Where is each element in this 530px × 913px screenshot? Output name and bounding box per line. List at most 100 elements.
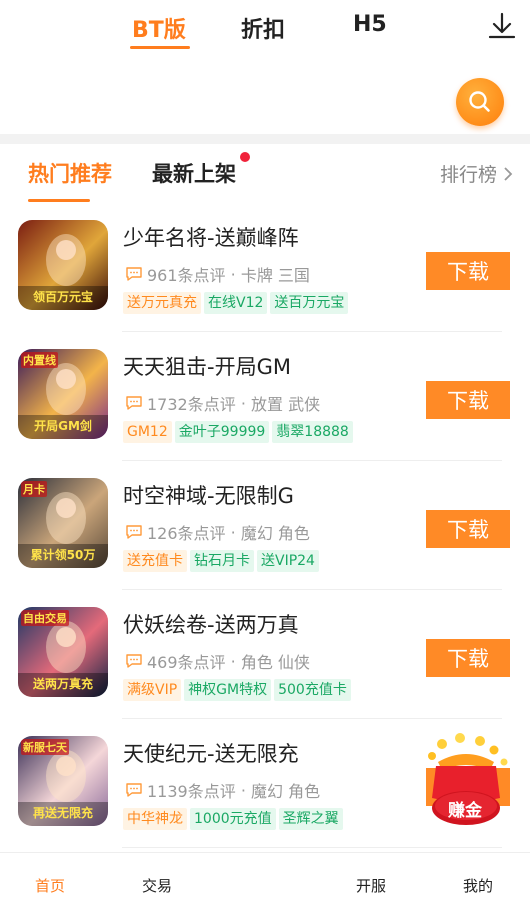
tab-new-arrivals[interactable]: 最新上架: [152, 158, 236, 188]
game-meta: 1732条点评 · 放置 武侠: [125, 391, 320, 415]
thumbnail-caption: 领百万元宝: [32, 290, 93, 304]
download-button[interactable]: 下载: [426, 381, 510, 419]
comment-icon: [126, 396, 142, 410]
game-tags: 中华神龙 1000元充值 圣辉之翼: [123, 808, 343, 830]
game-thumbnail[interactable]: 新服七天 再送无限充: [18, 736, 108, 826]
download-button[interactable]: 下载: [426, 510, 510, 548]
game-title[interactable]: 少年名将-送巅峰阵: [123, 222, 299, 252]
nav-trade[interactable]: 交易: [142, 875, 172, 896]
game-tag: 中华神龙: [123, 808, 187, 830]
meta-separator: ·: [235, 780, 251, 800]
game-tag: 送VIP24: [257, 550, 319, 572]
game-meta: 126条点评 · 魔幻 角色: [125, 520, 310, 544]
row-divider: [122, 460, 502, 461]
review-count: 469条点评: [147, 653, 226, 672]
game-tag: 送充值卡: [123, 550, 187, 572]
game-title[interactable]: 伏妖绘卷-送两万真: [123, 609, 299, 639]
game-row[interactable]: 月卡 累计领50万 时空神域-无限制G 126条点评 · 魔幻 角色 送充值卡钻…: [0, 462, 530, 590]
earn-gold-label: 赚金: [448, 801, 482, 821]
thumbnail-caption: 送两万真充: [32, 677, 93, 691]
comment-icon: [126, 783, 142, 797]
tab-bt[interactable]: BT版: [132, 12, 186, 44]
section-divider: [0, 134, 530, 144]
game-tag: 送万元真充: [123, 292, 201, 314]
game-thumbnail[interactable]: 月卡 累计领50万: [18, 478, 108, 568]
game-tag: 500充值卡: [274, 679, 351, 701]
game-row[interactable]: 领百万元宝 少年名将-送巅峰阵 961条点评 · 卡牌 三国 送万元真充 在线V1…: [0, 204, 530, 332]
game-thumbnail[interactable]: 自由交易 送两万真充: [18, 607, 108, 697]
game-tags: GM12 金叶子99999 翡翠18888: [123, 421, 353, 443]
game-genres: 角色 仙侠: [240, 653, 310, 672]
thumbnail-top-caption: 自由交易: [21, 610, 69, 626]
game-tag: 翡翠18888: [272, 421, 353, 443]
game-meta: 961条点评 · 卡牌 三国: [125, 262, 310, 286]
search-icon: [469, 91, 490, 112]
game-thumbnail[interactable]: 领百万元宝: [18, 220, 108, 310]
nav-server-open[interactable]: 开服: [356, 875, 386, 896]
game-meta: 469条点评 · 角色 仙侠: [125, 649, 310, 673]
game-genres: 魔幻 角色: [240, 524, 310, 543]
game-tags: 送充值卡 钻石月卡 送VIP24: [123, 550, 319, 572]
review-count: 1732条点评: [147, 395, 236, 414]
thumbnail-top-caption: 月卡: [21, 481, 47, 497]
game-title[interactable]: 天天狙击-开局GM: [123, 351, 291, 381]
game-tag: 在线V12: [204, 292, 268, 314]
tab-hot-recommend[interactable]: 热门推荐: [28, 158, 112, 188]
review-count: 1139条点评: [147, 782, 236, 801]
meta-separator: ·: [225, 651, 241, 671]
tab-h5[interactable]: H5: [353, 12, 387, 37]
nav-mine[interactable]: 我的: [463, 875, 493, 896]
game-meta: 1139条点评 · 魔幻 角色: [125, 778, 320, 802]
game-tag: 神权GM特权: [184, 679, 272, 701]
game-row[interactable]: 自由交易 送两万真充 伏妖绘卷-送两万真 469条点评 · 角色 仙侠 满级VI…: [0, 591, 530, 719]
game-tag: 圣辉之翼: [278, 808, 343, 830]
meta-separator: ·: [235, 393, 251, 413]
game-tag: 1000元充值: [190, 808, 276, 830]
new-badge-dot: [240, 152, 250, 162]
section-tab-underline: [28, 199, 90, 202]
comment-icon: [126, 654, 142, 668]
game-tag: GM12: [123, 421, 172, 443]
row-divider: [122, 847, 502, 848]
tab-discount[interactable]: 折扣: [241, 12, 285, 44]
game-row[interactable]: 内置线 开局GM剑 天天狙击-开局GM 1732条点评 · 放置 武侠 GM12…: [0, 333, 530, 461]
ranking-label: 排行榜: [440, 164, 498, 186]
top-tab-bar: BT版 折扣 H5: [0, 0, 530, 60]
meta-separator: ·: [225, 264, 241, 284]
review-count: 961条点评: [147, 266, 226, 285]
tab-underline: [130, 46, 190, 49]
download-button[interactable]: 下载: [426, 639, 510, 677]
nav-home[interactable]: 首页: [35, 875, 65, 896]
game-genres: 放置 武侠: [251, 395, 321, 414]
game-tag: 满级VIP: [123, 679, 182, 701]
comment-icon: [126, 525, 142, 539]
comment-icon: [126, 267, 142, 281]
game-tag: 金叶子99999: [174, 421, 270, 443]
row-divider: [122, 331, 502, 332]
ranking-link[interactable]: 排行榜: [440, 160, 513, 187]
bottom-nav: 首页 交易 开服 我的: [0, 852, 530, 913]
row-divider: [122, 718, 502, 719]
game-tags: 满级VIP 神权GM特权 500充值卡: [123, 679, 351, 701]
download-button[interactable]: 下载: [426, 252, 510, 290]
thumbnail-caption: 开局GM剑: [34, 419, 92, 433]
chevron-right-icon: [504, 166, 513, 181]
game-title[interactable]: 时空神域-无限制G: [123, 480, 294, 510]
game-tag: 钻石月卡: [190, 550, 254, 572]
game-thumbnail[interactable]: 内置线 开局GM剑: [18, 349, 108, 439]
review-count: 126条点评: [147, 524, 226, 543]
search-button[interactable]: [456, 78, 504, 126]
thumbnail-top-caption: 新服七天: [21, 739, 69, 755]
game-tag: 送百万元宝: [270, 292, 349, 314]
thumbnail-caption: 累计领50万: [30, 548, 96, 562]
game-genres: 魔幻 角色: [251, 782, 321, 801]
thumbnail-caption: 再送无限充: [32, 806, 93, 820]
game-genres: 卡牌 三国: [240, 266, 310, 285]
game-title[interactable]: 天使纪元-送无限充: [123, 738, 299, 768]
game-tags: 送万元真充 在线V12 送百万元宝: [123, 292, 349, 314]
meta-separator: ·: [225, 522, 241, 542]
download-icon[interactable]: [486, 10, 518, 42]
thumbnail-top-caption: 内置线: [21, 352, 58, 368]
earn-gold-float[interactable]: 赚金: [420, 732, 512, 830]
row-divider: [122, 589, 502, 590]
